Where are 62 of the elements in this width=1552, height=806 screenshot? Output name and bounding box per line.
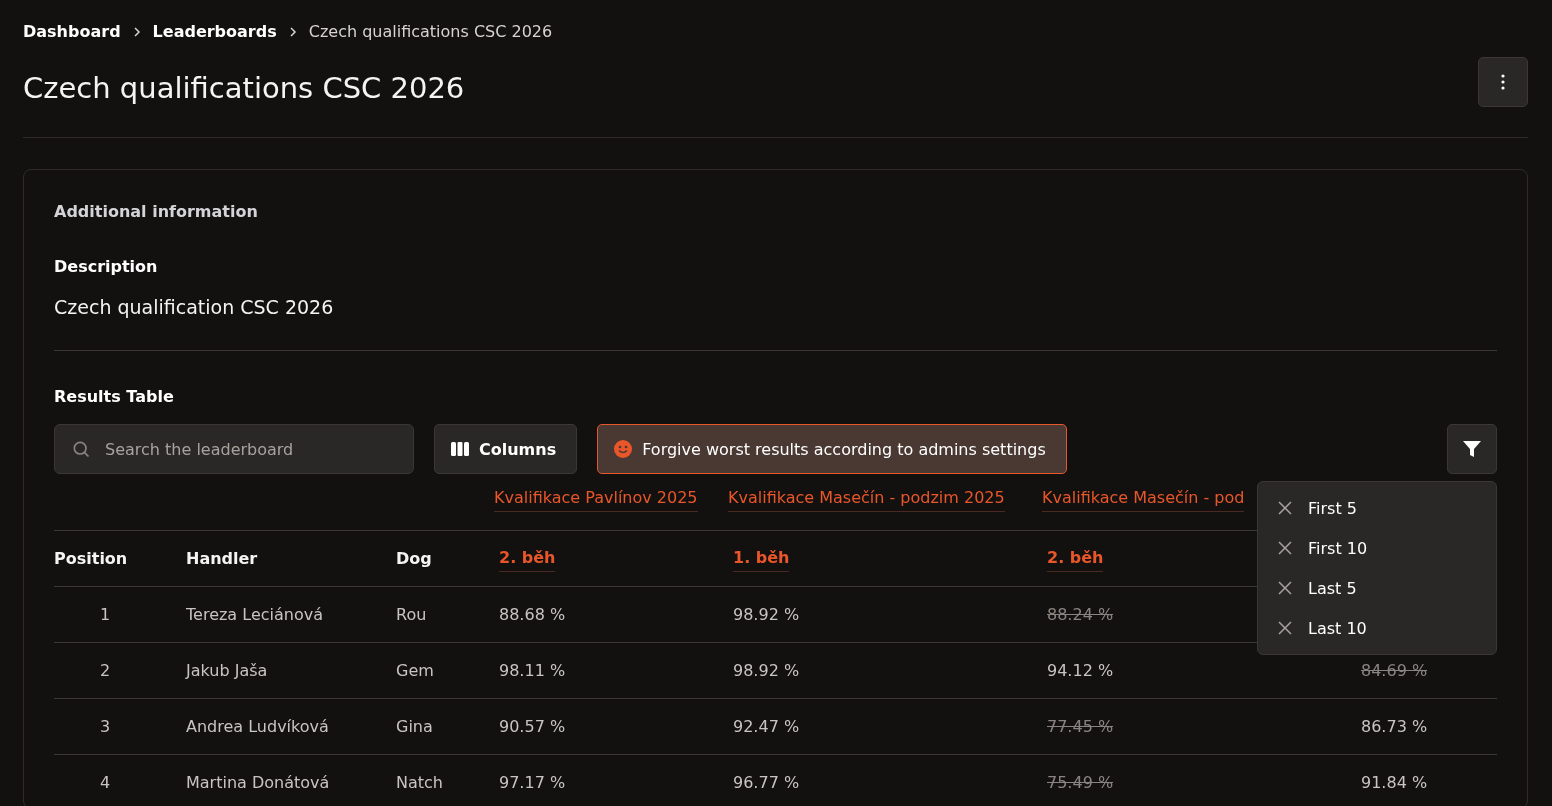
breadcrumb-link[interactable]: Czech qualifications CSC 2026	[308, 22, 553, 41]
event-heading: Kvalifikace Masečín - pod	[1042, 488, 1245, 512]
table-cell: Rou	[396, 605, 427, 624]
close-icon	[1278, 581, 1292, 595]
section-heading: Additional information	[54, 202, 259, 221]
table-cell: 4	[99, 773, 111, 792]
column-header: Position	[54, 549, 128, 568]
smiley-icon	[614, 440, 633, 458]
table-cell: 90.57 %	[499, 717, 566, 736]
filter-icon	[1462, 439, 1482, 459]
table-cell: 1	[99, 605, 111, 624]
menu-item[interactable]: First 5	[1258, 488, 1496, 528]
description-text: Czech qualification CSC 2026	[54, 296, 335, 318]
event-heading: Kvalifikace Pavlínov 2025	[494, 488, 698, 512]
breadcrumb-link[interactable]: Dashboard	[23, 22, 121, 41]
menu-item[interactable]: First 10	[1258, 528, 1496, 568]
table-cell: 84.69 %	[1361, 661, 1428, 680]
run-header[interactable]: 2. běh	[1047, 545, 1104, 572]
page-title: Czech qualifications CSC 2026	[23, 71, 465, 105]
table-cell: 92.47 %	[733, 717, 800, 736]
menu-item[interactable]: Last 5	[1258, 568, 1496, 608]
event-heading: Kvalifikace Masečín - podzim 2025	[728, 488, 1005, 512]
table-cell: Jakub Jaša	[186, 661, 268, 680]
table-cell: 3	[99, 717, 111, 736]
table-cell: Natch	[396, 773, 443, 792]
forgive-toggle[interactable]: Forgive worst results according to admins settings	[597, 424, 1067, 474]
run-header[interactable]: 2. běh	[499, 545, 556, 572]
search-icon	[71, 439, 91, 459]
run-header[interactable]: 1. běh	[733, 545, 790, 572]
table-cell: 98.92 %	[733, 605, 800, 624]
columns-button[interactable]: Columns	[434, 424, 578, 474]
field-label: Description	[54, 257, 159, 276]
close-icon	[1278, 501, 1292, 515]
table-cell: 2	[99, 661, 111, 680]
table-cell: 77.45 %	[1047, 717, 1114, 736]
table-cell: Gem	[396, 661, 434, 680]
table-cell: 96.77 %	[733, 773, 800, 792]
filter-button[interactable]	[1447, 424, 1497, 474]
table-cell: 97.17 %	[499, 773, 566, 792]
search-field[interactable]: Search the leaderboard	[103, 438, 397, 460]
column-header: Dog	[396, 549, 432, 568]
table-cell: Gina	[396, 717, 433, 736]
close-icon	[1278, 621, 1292, 635]
column-header: Handler	[186, 549, 258, 568]
breadcrumb-link[interactable]: Leaderboards	[152, 22, 277, 41]
table-cell: 98.92 %	[733, 661, 800, 680]
table-cell: Andrea Ludvíková	[186, 717, 329, 736]
menu-item[interactable]: Last 10	[1258, 608, 1496, 648]
columns-icon	[451, 442, 469, 456]
table-cell: Tereza Leciánová	[186, 605, 323, 624]
table-cell: Martina Donátová	[186, 773, 330, 792]
close-icon	[1278, 541, 1292, 555]
search-box[interactable]: Search the leaderboard	[54, 424, 414, 474]
table-cell: 86.73 %	[1361, 717, 1428, 736]
section-heading: Results Table	[54, 387, 175, 406]
table-cell: 88.24 %	[1047, 605, 1114, 624]
table-cell: 94.12 %	[1047, 661, 1114, 680]
table-cell: 75.49 %	[1047, 773, 1114, 792]
table-cell: 98.11 %	[499, 661, 566, 680]
table-cell: 88.68 %	[499, 605, 566, 624]
table-cell: 91.84 %	[1361, 773, 1428, 792]
more-vertical-icon	[1501, 74, 1505, 90]
